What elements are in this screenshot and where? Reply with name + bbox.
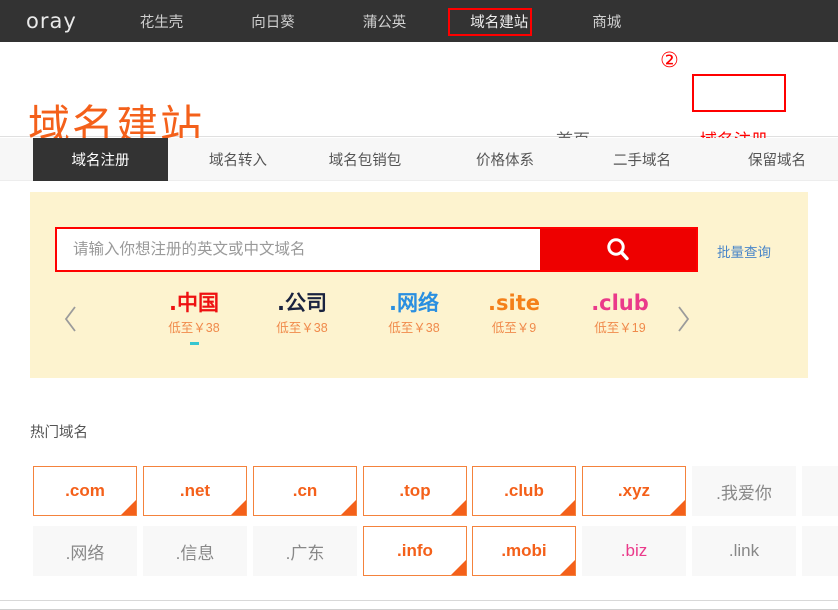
hot-domain-label: .广东 <box>286 539 325 564</box>
tld-price: 低至￥9 <box>460 318 568 338</box>
tile-corner-fold-icon <box>231 500 246 515</box>
hot-domain-label: .top <box>399 481 430 501</box>
tld-carousel-item[interactable]: .网络低至￥38 <box>360 290 468 338</box>
hot-domain-label: .biz <box>621 541 647 561</box>
hot-domain-label: .club <box>504 481 544 501</box>
hot-domain-tile[interactable]: .广东 <box>253 526 357 576</box>
tld-label: .中国 <box>140 290 248 316</box>
hot-domain-tile[interactable]: .link <box>692 526 796 576</box>
hot-domain-tile[interactable]: .我爱你 <box>692 466 796 516</box>
nav-item-xiangrikui[interactable]: 向日葵 <box>245 7 301 36</box>
domain-search-box <box>55 227 698 272</box>
tld-label: .公司 <box>248 290 356 316</box>
search-input[interactable] <box>57 229 540 270</box>
tld-label: .club <box>566 290 674 316</box>
tab-bar: 域名注册域名转入域名包销包价格体系二手域名保留域名 <box>0 138 838 181</box>
hot-domain-tile[interactable]: .top <box>363 466 467 516</box>
tile-corner-fold-icon <box>670 500 685 515</box>
tile-corner-fold-icon <box>560 500 575 515</box>
chevron-left-icon[interactable] <box>58 302 84 336</box>
page-root: oray 花生壳 向日葵 蒲公英 域名建站 商城 ① 域名建站 首页 域名注册 … <box>0 0 838 610</box>
hot-domain-tile[interactable] <box>802 526 838 576</box>
tab-2[interactable]: 域名包销包 <box>310 138 420 181</box>
nav-item-pugongying[interactable]: 蒲公英 <box>357 7 413 36</box>
hot-domain-tile[interactable]: .biz <box>582 526 686 576</box>
hot-domain-label: .link <box>729 541 759 561</box>
carousel-active-indicator <box>190 342 199 345</box>
hot-domains-title: 热门域名 <box>30 421 88 442</box>
hot-domain-label: .cn <box>293 481 318 501</box>
hot-domain-label: .info <box>397 541 433 561</box>
hot-domain-label: .xyz <box>618 481 650 501</box>
search-icon <box>603 235 633 265</box>
hot-domain-label: .com <box>65 481 105 501</box>
nav-item-domain-site[interactable]: 域名建站 <box>464 7 534 36</box>
hot-domain-label: .mobi <box>501 541 546 561</box>
tld-price: 低至￥38 <box>360 318 468 338</box>
tile-corner-fold-icon <box>451 500 466 515</box>
annotation-marker-2: ② <box>660 50 679 71</box>
batch-query-link[interactable]: 批量查询 <box>717 241 771 261</box>
hot-domain-tile[interactable]: .club <box>472 466 576 516</box>
hot-domain-tile[interactable]: .网络 <box>33 526 137 576</box>
hot-domain-tile[interactable]: .xyz <box>582 466 686 516</box>
global-nav: oray 花生壳 向日葵 蒲公英 域名建站 商城 <box>0 0 838 42</box>
tld-carousel: .中国低至￥38.公司低至￥38.网络低至￥38.site低至￥9.club低至… <box>30 290 808 358</box>
oray-logo[interactable]: oray <box>26 9 77 33</box>
tile-corner-fold-icon <box>560 560 575 575</box>
tld-price: 低至￥38 <box>140 318 248 338</box>
hot-domain-label: .我爱你 <box>716 479 772 504</box>
bottom-divider <box>0 600 838 601</box>
tld-carousel-item[interactable]: .公司低至￥38 <box>248 290 356 338</box>
tab-1[interactable]: 域名转入 <box>188 138 288 181</box>
hot-domain-tile[interactable]: .cn <box>253 466 357 516</box>
hot-domain-tile[interactable] <box>802 466 838 516</box>
hot-domain-tile[interactable]: .info <box>363 526 467 576</box>
hot-domain-label: .信息 <box>176 539 215 564</box>
tab-5[interactable]: 保留域名 <box>727 138 827 181</box>
hot-domain-tile[interactable]: .net <box>143 466 247 516</box>
hot-domain-tile[interactable]: .com <box>33 466 137 516</box>
hot-domain-label: .网络 <box>66 539 105 564</box>
tld-carousel-item[interactable]: .club低至￥19 <box>566 290 674 338</box>
tld-carousel-item[interactable]: .中国低至￥38 <box>140 290 248 338</box>
hot-domain-tile[interactable]: .mobi <box>472 526 576 576</box>
tld-label: .网络 <box>360 290 468 316</box>
tile-corner-fold-icon <box>451 560 466 575</box>
domain-search-panel: 批量查询 .中国低至￥38.公司低至￥38.网络低至￥38.site低至￥9.c… <box>30 192 808 378</box>
site-header: 域名建站 首页 域名注册 <box>0 42 838 137</box>
search-button[interactable] <box>540 229 696 270</box>
nav-item-huashengke[interactable]: 花生壳 <box>134 7 190 36</box>
tab-0[interactable]: 域名注册 <box>33 138 168 181</box>
tld-price: 低至￥19 <box>566 318 674 338</box>
tab-4[interactable]: 二手域名 <box>592 138 692 181</box>
nav-item-shop[interactable]: 商城 <box>586 7 627 36</box>
tld-price: 低至￥38 <box>248 318 356 338</box>
tile-corner-fold-icon <box>341 500 356 515</box>
tab-3[interactable]: 价格体系 <box>455 138 555 181</box>
tld-carousel-item[interactable]: .site低至￥9 <box>460 290 568 338</box>
tile-corner-fold-icon <box>121 500 136 515</box>
hot-domain-label: .net <box>180 481 210 501</box>
hot-domain-tile[interactable]: .信息 <box>143 526 247 576</box>
tld-label: .site <box>460 290 568 316</box>
